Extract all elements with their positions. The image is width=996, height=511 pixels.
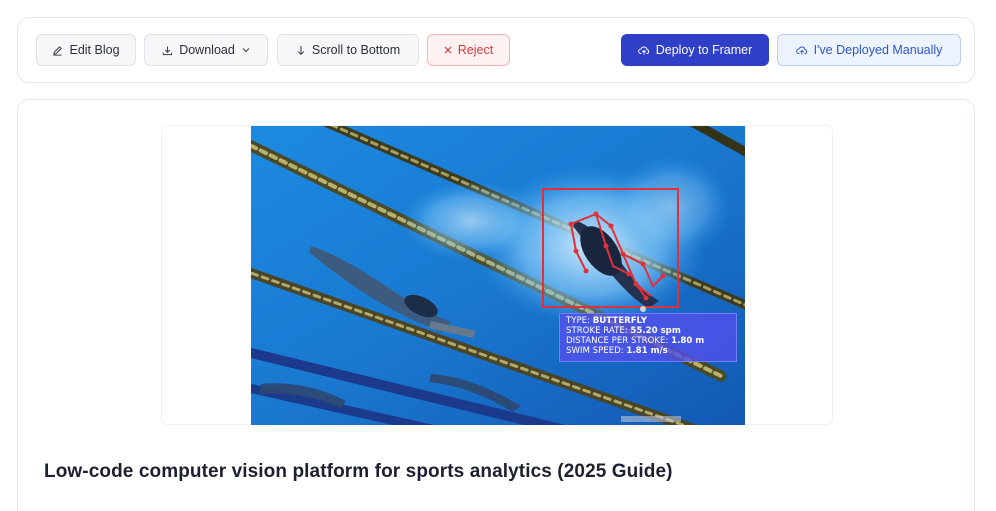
type-value: BUTTERFLY <box>592 316 647 326</box>
deployed-manually-label: I've Deployed Manually <box>813 43 943 57</box>
featured-image: TYPE: BUTTERFLY STROKE RATE: 55.20 spm D… <box>251 126 745 425</box>
download-dropdown-button[interactable]: Download <box>144 34 268 66</box>
arrow-down-icon <box>296 45 306 56</box>
distance-per-stroke-value: 1.80 m <box>671 336 705 346</box>
edit-blog-label: Edit Blog <box>69 43 120 57</box>
stroke-rate-value: 55.20 spm <box>630 326 681 336</box>
blog-preview-card: TYPE: BUTTERFLY STROKE RATE: 55.20 spm D… <box>17 99 975 511</box>
reject-label: Reject <box>457 43 494 57</box>
swim-speed-label: SWIM SPEED: <box>566 346 627 356</box>
stroke-metrics-overlay: TYPE: BUTTERFLY STROKE RATE: 55.20 spm D… <box>559 313 737 362</box>
stroke-rate-label: STROKE RATE: <box>566 326 631 336</box>
cloud-upload-icon <box>795 45 808 56</box>
swim-speed-value: 1.81 m/s <box>626 346 668 356</box>
reject-button[interactable]: Reject <box>427 34 510 66</box>
scroll-to-bottom-label: Scroll to Bottom <box>311 43 401 57</box>
type-label: TYPE: <box>566 316 593 326</box>
download-icon <box>162 45 173 56</box>
download-label: Download <box>179 43 235 57</box>
article-title: Low-code computer vision platform for sp… <box>44 461 673 482</box>
scroll-to-bottom-button[interactable]: Scroll to Bottom <box>277 34 419 66</box>
distance-per-stroke-label: DISTANCE PER STROKE: <box>566 336 672 346</box>
deploy-to-framer-button[interactable]: Deploy to Framer <box>621 34 769 66</box>
deployed-manually-button[interactable]: I've Deployed Manually <box>777 34 961 66</box>
action-toolbar: Edit Blog Download Scroll to Bottom Reje… <box>17 17 975 83</box>
chevron-down-icon <box>242 47 250 53</box>
close-icon <box>444 46 452 54</box>
swimming-pool-illustration <box>251 126 745 425</box>
pencil-icon <box>52 45 63 56</box>
cloud-upload-icon <box>637 45 650 56</box>
edit-blog-button[interactable]: Edit Blog <box>36 34 136 66</box>
deploy-to-framer-label: Deploy to Framer <box>655 43 753 57</box>
